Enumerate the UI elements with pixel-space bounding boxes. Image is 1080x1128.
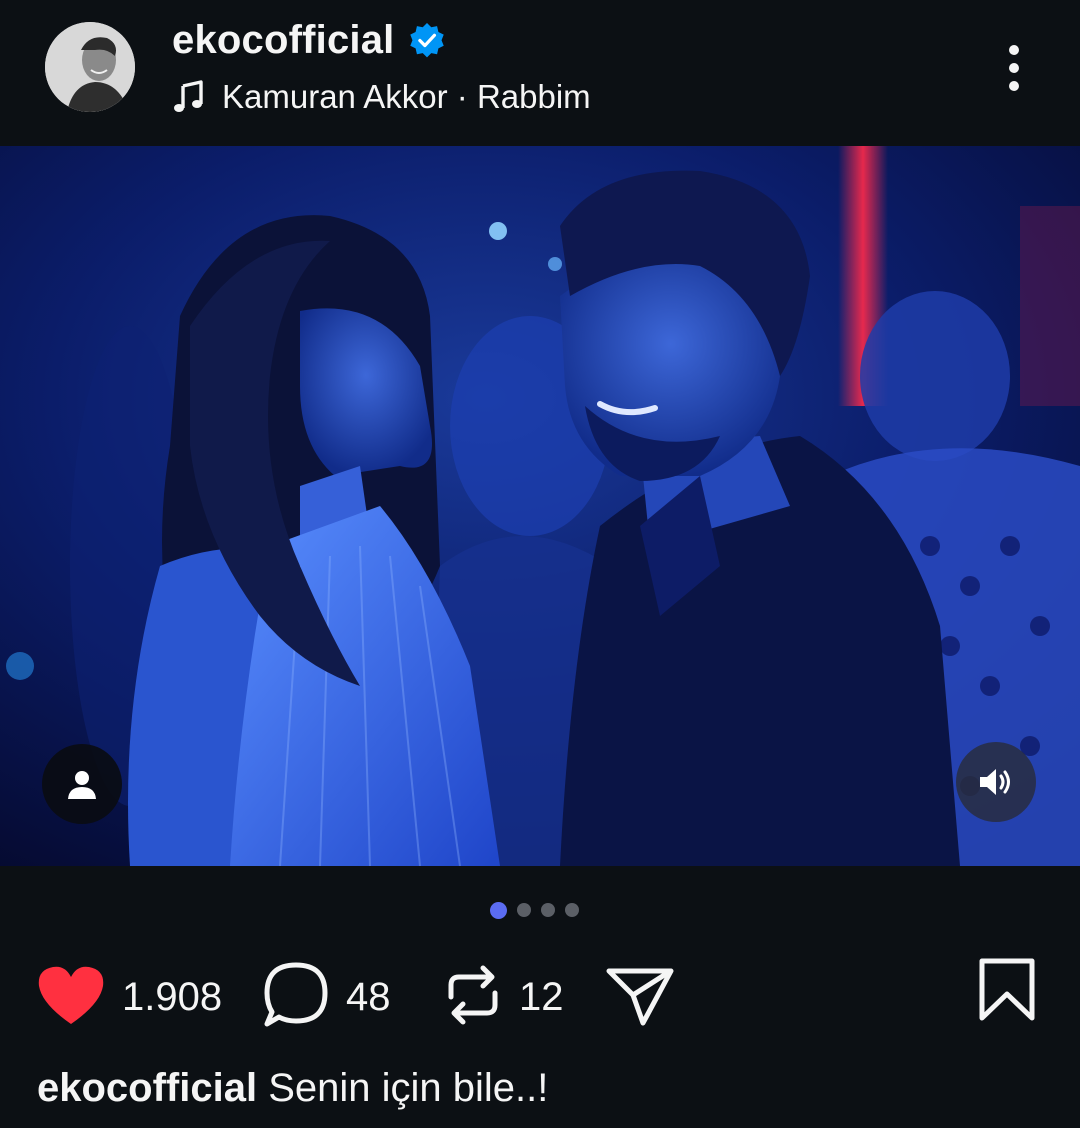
comments-count: 48 <box>346 974 391 1019</box>
carousel-dot <box>541 903 555 917</box>
save-button[interactable] <box>978 958 1036 1027</box>
verified-badge-icon <box>408 22 446 60</box>
music-info[interactable]: Kamuran Akkor · Rabbim <box>172 78 591 116</box>
carousel-dot <box>565 903 579 917</box>
likes-count[interactable]: 1.908 <box>122 975 222 1020</box>
profile-avatar[interactable] <box>45 22 135 112</box>
music-song: Rabbim <box>476 78 591 115</box>
repost-button[interactable] <box>443 961 503 1034</box>
post-username[interactable]: ekocofficial <box>172 18 394 63</box>
music-artist: Kamuran Akkor <box>222 78 448 115</box>
carousel-dot-active <box>490 902 507 919</box>
post-photo <box>0 146 1080 866</box>
like-button[interactable] <box>36 964 106 1031</box>
heart-filled-icon <box>38 966 104 1024</box>
comment-action: 48 <box>262 955 391 1039</box>
music-note-icon <box>172 80 206 114</box>
post-actions: 1.908 48 12 <box>0 955 1080 1039</box>
share-action <box>605 955 675 1039</box>
carousel-dot <box>517 903 531 917</box>
user-tag-icon <box>68 771 96 799</box>
share-button[interactable] <box>605 963 675 1032</box>
send-icon <box>606 968 674 1025</box>
post-username-row: ekocofficial <box>172 18 446 63</box>
music-separator: · <box>456 78 468 115</box>
post-header: ekocofficial Kamuran Akkor · Rabbim <box>0 0 1080 146</box>
caption-text: Senin için bile..! <box>268 1066 549 1110</box>
reposts-count: 12 <box>519 974 564 1019</box>
post-caption: ekocofficial Senin için bile..! <box>37 1066 548 1111</box>
more-options-button[interactable] <box>996 40 1032 96</box>
post-media[interactable] <box>0 146 1080 866</box>
tagged-people-button[interactable] <box>42 744 122 824</box>
sound-toggle-button[interactable] <box>956 742 1036 822</box>
carousel-indicator <box>490 902 579 919</box>
comment-button[interactable] <box>262 960 330 1035</box>
like-action: 1.908 <box>36 955 222 1039</box>
volume-on-icon <box>980 769 1010 795</box>
comment-icon <box>264 962 328 1026</box>
repost-action: 12 <box>443 955 564 1039</box>
caption-username[interactable]: ekocofficial <box>37 1066 257 1110</box>
more-vertical-icon <box>1009 45 1019 91</box>
bookmark-icon <box>979 958 1035 1021</box>
repost-icon <box>448 965 498 1024</box>
